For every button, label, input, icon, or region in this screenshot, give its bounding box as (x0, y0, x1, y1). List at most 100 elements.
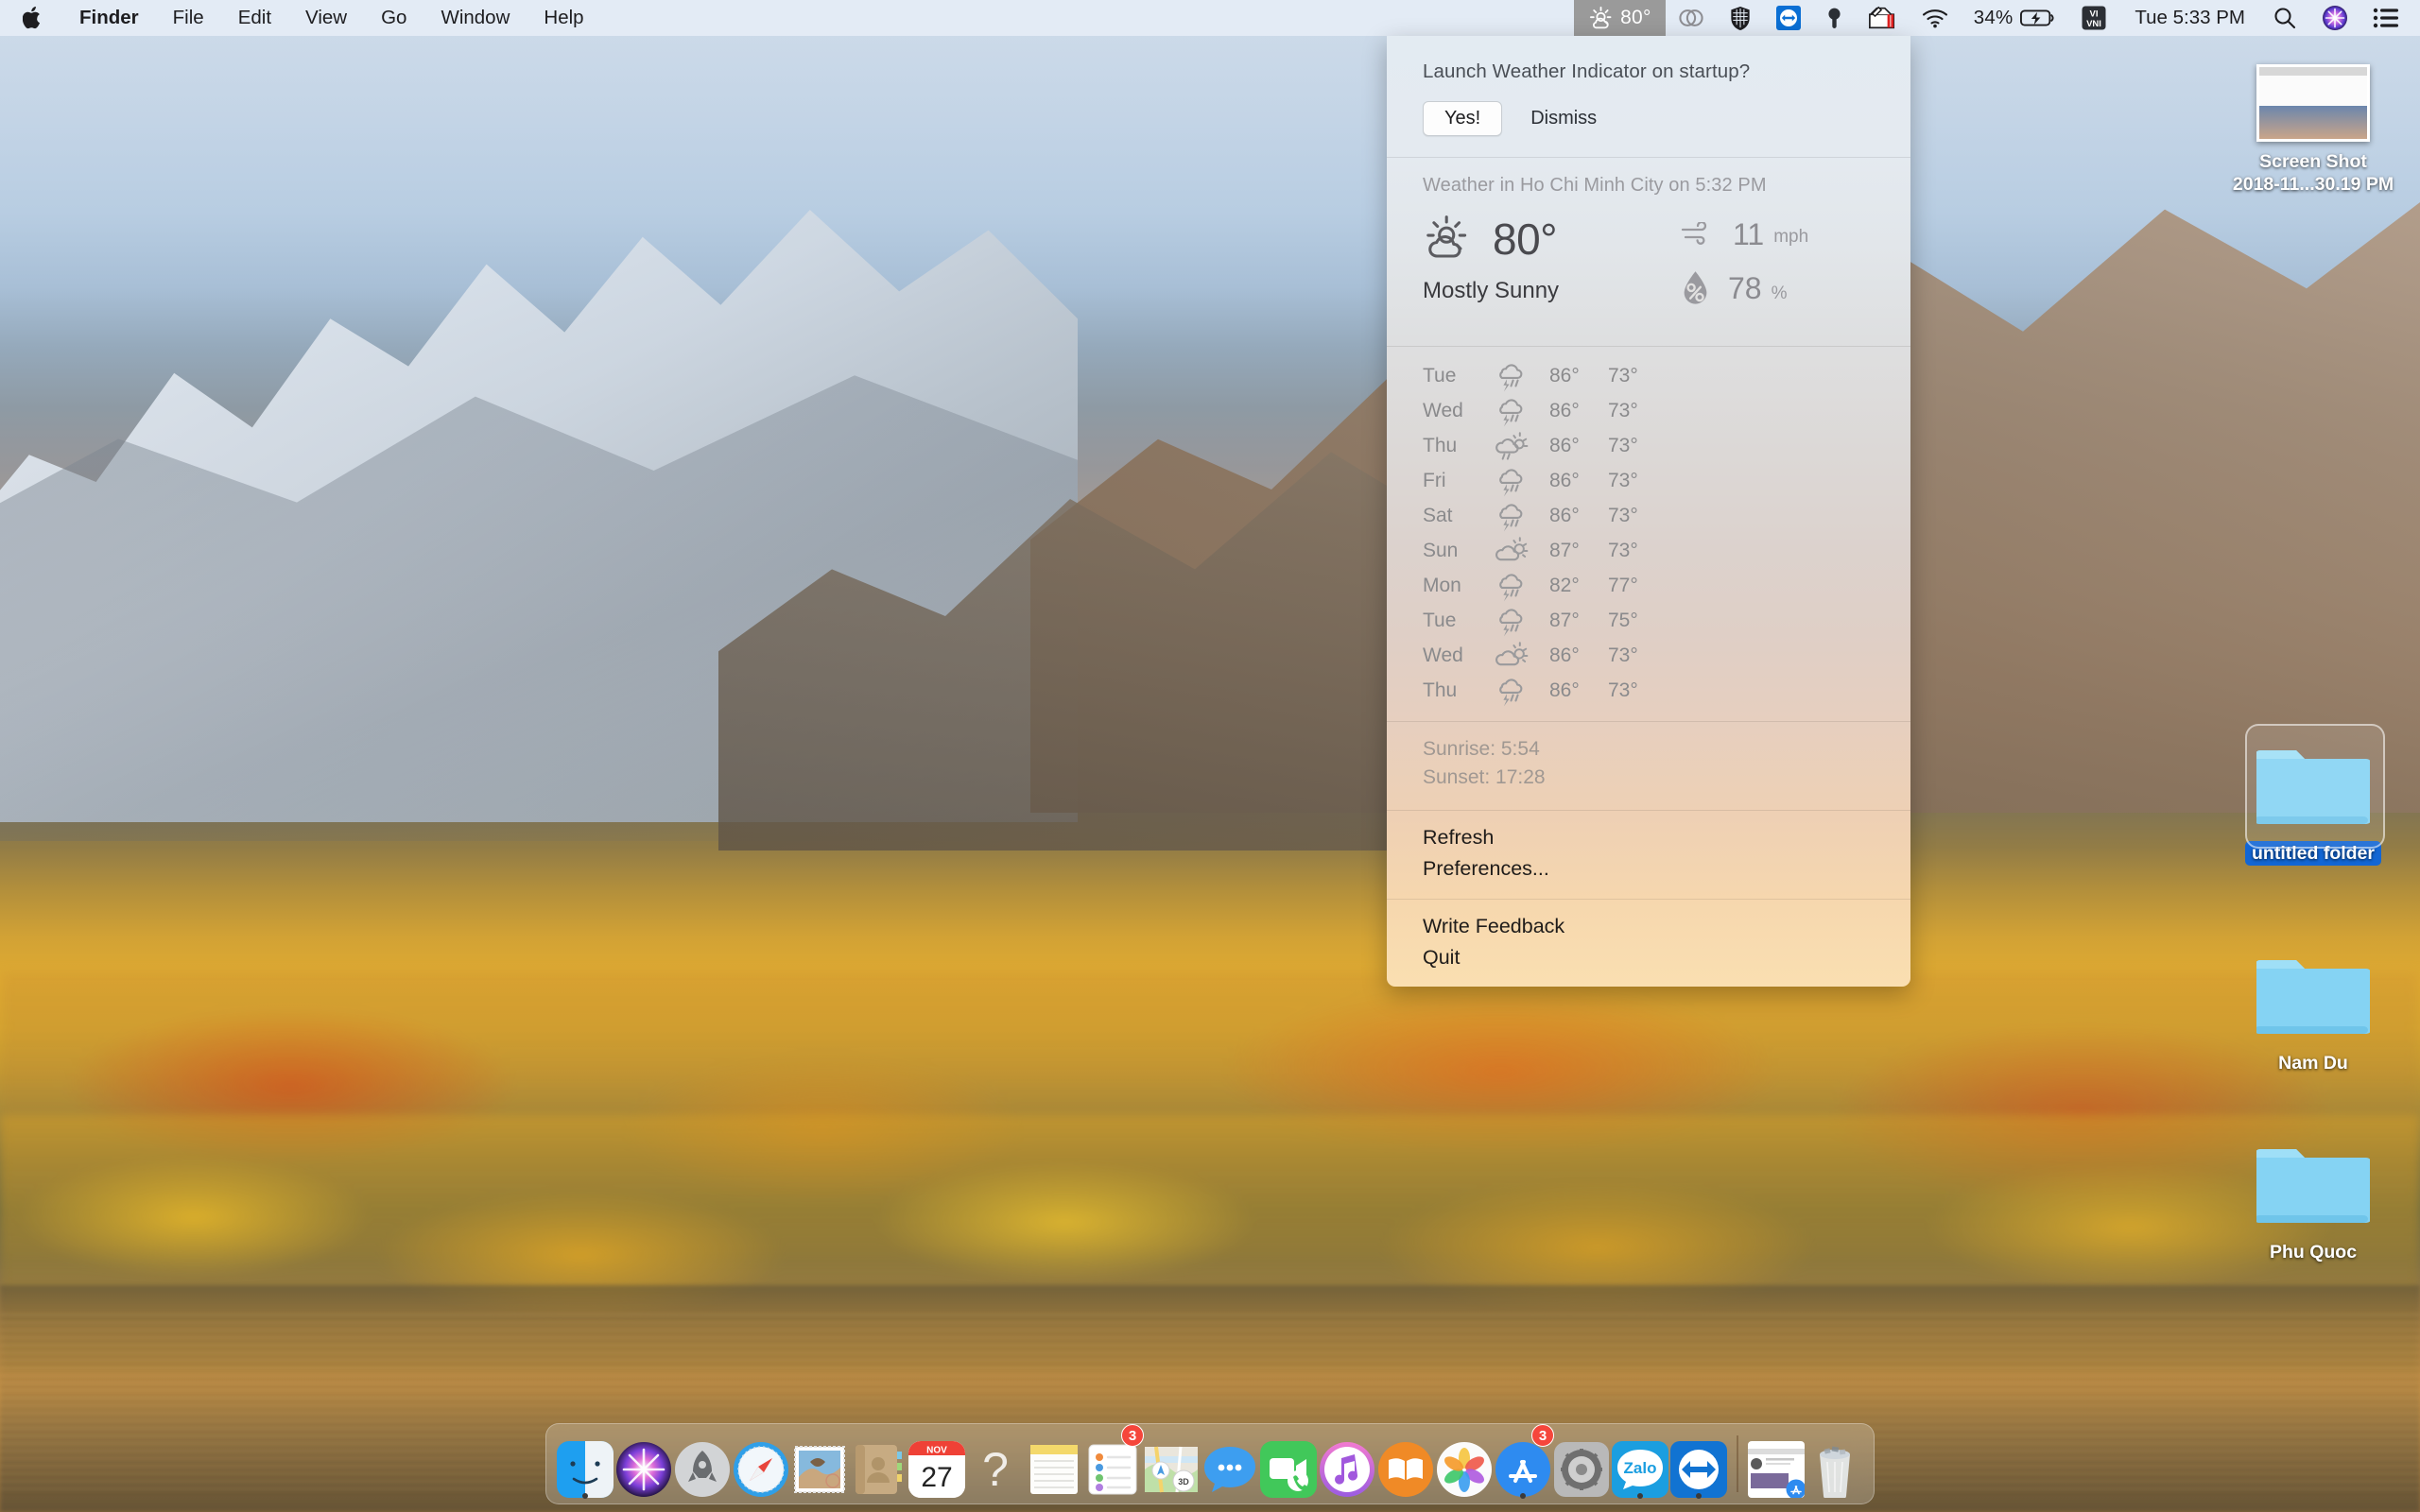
siri-icon (2323, 6, 2347, 30)
dock-item-maps[interactable]: 3D (1142, 1428, 1201, 1498)
dock-item-ibooks[interactable] (1376, 1428, 1435, 1498)
forecast-high: 87° (1549, 539, 1580, 561)
dock-item-help[interactable]: ? (966, 1428, 1025, 1498)
zalo-wordmark: Zalo (1624, 1459, 1657, 1477)
dock-item-mail[interactable] (790, 1428, 849, 1498)
dock-item-photos[interactable] (1435, 1428, 1494, 1498)
desktop-icon-phu-quoc[interactable]: Phu Quoc (2223, 1134, 2403, 1264)
launchpad-icon (674, 1441, 731, 1498)
folder-icon (2255, 750, 2372, 824)
forecast-low: 73° (1608, 469, 1638, 491)
status-spotlight-search[interactable] (2260, 0, 2309, 36)
dock-item-minimized-window[interactable] (1747, 1428, 1806, 1498)
dock-running-indicator (1696, 1493, 1702, 1499)
status-security-shield[interactable] (1717, 0, 1764, 36)
status-siri[interactable] (2309, 0, 2360, 36)
menu-item-file[interactable]: File (156, 0, 221, 36)
menu-action-preferences[interactable]: Preferences... (1423, 853, 1875, 885)
current-weather-body: 80° Mostly Sunny 11 mph 78 % (1423, 214, 1875, 327)
svg-text:3D: 3D (1178, 1477, 1189, 1486)
forecast-low: 77° (1608, 574, 1638, 596)
menu-action-refresh[interactable]: Refresh (1423, 822, 1875, 853)
dock-item-launchpad[interactable] (673, 1428, 732, 1498)
forecast-high: 86° (1549, 434, 1580, 456)
menu-item-help[interactable]: Help (527, 0, 600, 36)
startup-prompt-question: Launch Weather Indicator on startup? (1423, 60, 1751, 82)
dock-item-app-store[interactable]: 3 (1494, 1424, 1554, 1499)
wifi-icon (1922, 9, 1947, 28)
dock-item-contacts[interactable] (849, 1428, 908, 1498)
contacts-icon (850, 1441, 907, 1498)
apple-logo-icon[interactable] (0, 6, 62, 30)
startup-dismiss-button[interactable]: Dismiss (1527, 102, 1600, 135)
dock-item-messages[interactable] (1201, 1428, 1259, 1498)
status-clock[interactable]: Tue 5:33 PM (2119, 0, 2260, 36)
status-adobe-creative-cloud[interactable] (1666, 0, 1717, 36)
app-store-icon (1495, 1441, 1551, 1498)
trash-icon (1806, 1441, 1863, 1499)
thumb-picture (2259, 106, 2367, 139)
dock-item-reminders[interactable]: 3 (1083, 1424, 1144, 1498)
status-teamviewer[interactable] (1764, 0, 1813, 36)
desktop-wallpaper[interactable] (0, 0, 2420, 1512)
forecast-high: 86° (1549, 504, 1580, 526)
dock-item-calendar[interactable]: NOV 27 (908, 1428, 966, 1498)
dock-item-notes[interactable] (1025, 1428, 1083, 1498)
facetime-icon (1260, 1441, 1317, 1498)
desktop-icon-untitled-folder[interactable]: untitled folder (2223, 724, 2403, 867)
menu-item-finder[interactable]: Finder (62, 0, 156, 36)
forecast-row: Tue 86° 73° (1423, 358, 1875, 393)
status-location-pin[interactable] (1813, 0, 1856, 36)
menu-item-window[interactable]: Window (424, 0, 527, 36)
desktop-icon-screenshot[interactable]: Screen Shot 2018-11...30.19 PM (2223, 64, 2403, 198)
humidity-metric: 78 % (1680, 270, 1875, 306)
humidity-unit: % (1771, 284, 1788, 303)
dock-item-system-preferences[interactable] (1552, 1428, 1611, 1498)
forecast-row: Fri 86° 73° (1423, 463, 1875, 498)
dock-running-indicator (582, 1493, 588, 1499)
dock-item-itunes[interactable] (1318, 1428, 1376, 1498)
app-store-badge-icon (1786, 1479, 1805, 1498)
menu-item-view[interactable]: View (288, 0, 364, 36)
desktop-icon-label: Screen Shot 2018-11...30.19 PM (2226, 149, 2400, 198)
desktop-icon-label-line1: Screen Shot (2259, 151, 2367, 172)
thunderstorm-icon (1491, 675, 1549, 707)
status-wifi[interactable] (1909, 0, 1962, 36)
svg-text:VNI: VNI (2086, 19, 2101, 29)
toolbox-icon (1868, 6, 1894, 29)
siri-icon (615, 1441, 672, 1498)
startup-yes-button[interactable]: Yes! (1423, 101, 1503, 136)
status-notification-center[interactable] (2360, 0, 2420, 36)
screenshot-thumbnail (2256, 64, 2370, 142)
status-weather-indicator[interactable]: 80° (1574, 0, 1666, 36)
current-weather-main: 80° Mostly Sunny (1423, 214, 1680, 327)
status-toolbox[interactable] (1856, 0, 1909, 36)
desktop-icon-label-line2: 2018-11...30.19 PM (2232, 174, 2394, 196)
status-battery[interactable]: 34% (1962, 0, 2069, 36)
thumb-document (2259, 76, 2367, 106)
dock-item-safari[interactable] (732, 1428, 790, 1498)
menu-item-go[interactable]: Go (364, 0, 424, 36)
dock-item-trash[interactable] (1806, 1428, 1864, 1499)
menu-item-edit[interactable]: Edit (221, 0, 288, 36)
status-weather-temp: 80° (1620, 7, 1651, 28)
weather-indicator-dropdown-panel: Launch Weather Indicator on startup? Yes… (1387, 36, 1910, 988)
wind-value: 11 (1733, 217, 1765, 251)
dock-item-siri[interactable] (614, 1428, 673, 1498)
desktop-icon-nam-du[interactable]: Nam Du (2223, 945, 2403, 1075)
forecast-day: Mon (1423, 574, 1461, 596)
sunset-text: Sunset: 17:28 (1423, 766, 1546, 789)
dock-item-facetime[interactable] (1259, 1428, 1318, 1498)
sun-behind-cloud-icon (1491, 535, 1549, 567)
teamviewer-arrows-icon (1775, 6, 1801, 30)
status-input-source[interactable]: VI VNI (2068, 0, 2119, 36)
forecast-day: Sun (1423, 539, 1459, 561)
dock-item-teamviewer[interactable] (1669, 1428, 1728, 1499)
dock-item-finder[interactable] (556, 1428, 614, 1499)
menu-action-write-feedback[interactable]: Write Feedback (1423, 911, 1875, 942)
menu-bar: Finder File Edit View Go Window Help 80°… (0, 0, 2420, 36)
menu-action-quit[interactable]: Quit (1423, 942, 1875, 973)
forecast-high: 86° (1549, 644, 1580, 666)
panel-footer-actions-section: Write Feedback Quit (1387, 900, 1910, 988)
dock-item-zalo[interactable]: Zalo (1611, 1428, 1669, 1499)
